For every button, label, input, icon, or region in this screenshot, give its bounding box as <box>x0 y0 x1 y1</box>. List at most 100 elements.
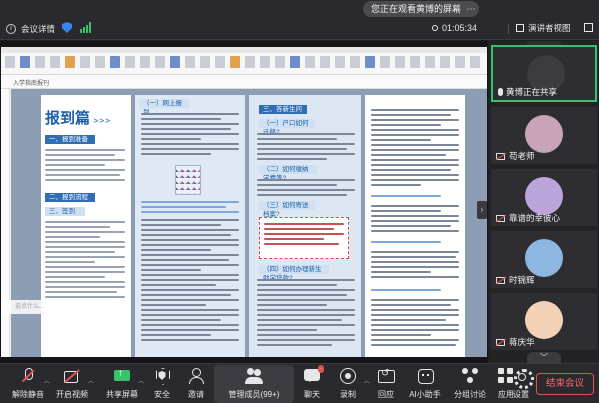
section-heading: （二）如何缴纳学费等? <box>259 165 317 182</box>
qr-code-image <box>175 165 201 195</box>
toolbar-ribbon <box>1 53 487 73</box>
manage-members-label: 管理成员(99+) <box>228 390 280 399</box>
settings-label: 设置 <box>513 390 529 399</box>
view-mode-button[interactable]: 演讲者视图 <box>516 22 571 34</box>
camera-off-icon <box>496 276 505 284</box>
section-heading: 一、报到准备 <box>45 135 95 144</box>
section-heading: 三、答新生问 <box>259 105 307 114</box>
text-block <box>257 133 355 163</box>
shared-screen-stage: 入学指南报刊 报到篇 >>> 一、报到准备 二、报到流程 三、签到 （一）网上报… <box>0 41 488 363</box>
text-block <box>257 179 355 199</box>
reaction-icon <box>377 367 395 385</box>
invite-button[interactable]: 邀请 <box>172 367 220 400</box>
add-user-icon <box>187 367 205 385</box>
page-title-text: 报到篇 <box>45 109 91 127</box>
start-video-button[interactable]: 开启视频 ︿ <box>48 367 96 400</box>
breakout-rooms-icon <box>461 367 479 385</box>
ai-assistant-icon <box>416 367 434 385</box>
info-icon: i <box>6 24 16 34</box>
text-block <box>371 109 459 189</box>
camera-off-icon <box>496 152 505 160</box>
chevron-down-icon[interactable]: ﹀ <box>527 352 561 363</box>
chevron-right-icon[interactable]: › <box>477 201 487 219</box>
avatar <box>525 115 563 153</box>
screen-share-notice[interactable]: 您正在观看黄博的屏幕 ⋯ <box>363 1 479 17</box>
participant-tile[interactable]: 苟老师 <box>491 107 597 164</box>
participant-tile[interactable]: 时锦辉 <box>491 231 597 288</box>
participant-tile[interactable]: 蒋庆华 <box>491 293 597 350</box>
share-notice-text: 您正在观看黄博的屏幕 <box>371 4 462 14</box>
meeting-window: 您正在观看黄博的屏幕 ⋯ i 会议详情 01:05:34 演讲者视图 入学指南报… <box>0 0 599 403</box>
camera-off-icon <box>496 214 505 222</box>
section-heading: 三、签到 <box>45 207 85 216</box>
timer-value: 01:05:34 <box>442 23 478 33</box>
shared-screen: 入学指南报刊 报到篇 >>> 一、报到准备 二、报到流程 三、签到 （一）网上报… <box>1 47 487 357</box>
page-3: 三、答新生问 （一）户口如何迁移? （二）如何缴纳学费等? （三）如何寄送档案?… <box>249 95 361 357</box>
meeting-timer: 01:05:34 <box>432 23 477 33</box>
invite-label: 邀请 <box>188 390 204 399</box>
avatar <box>525 177 563 215</box>
caret-up-icon[interactable]: ︿ <box>88 376 94 385</box>
document-tab: 入学指南报刊 <box>13 81 50 87</box>
bottom-toolbar: 解除静音 ︿ 开启视频 ︿ 共享屏幕 ︿ 安全 邀请 管理成员(99+) · 聊… <box>0 363 599 403</box>
microphone-icon <box>498 88 503 96</box>
avatar <box>525 301 563 339</box>
text-block <box>371 289 441 294</box>
network-signal-icon[interactable] <box>80 22 91 33</box>
page-1: 报到篇 >>> 一、报到准备 二、报到流程 三、签到 <box>41 95 131 357</box>
participant-panel: ︿ 黄博正在共享 苟老师 靠谱的幸彼心 <box>489 41 599 363</box>
document-tab-bar: 入学指南报刊 <box>1 75 487 89</box>
record-icon <box>339 367 357 385</box>
view-mode-label: 演讲者视图 <box>528 23 571 33</box>
camera-off-icon <box>63 367 81 385</box>
section-heading: （一）户口如何迁移? <box>259 119 315 136</box>
participant-name: 靠谱的幸彼心 <box>496 212 560 224</box>
wps-title-bar <box>1 47 487 75</box>
page-title: 报到篇 >>> <box>45 107 111 128</box>
section-heading: 二、报到流程 <box>45 193 95 202</box>
section-heading: （一）网上报到 <box>139 99 189 116</box>
participant-name: 苟老师 <box>496 150 535 162</box>
settings-button[interactable]: 设置 <box>504 367 538 400</box>
shield-icon[interactable] <box>62 22 72 33</box>
participant-tile[interactable]: 黄博正在共享 <box>491 45 597 102</box>
participant-tile[interactable]: 靠谱的幸彼心 <box>491 169 597 226</box>
ai-assistant-button[interactable]: AI小助手 <box>398 367 452 400</box>
members-icon <box>245 367 263 385</box>
section-heading: （三）如何寄送档案? <box>259 201 315 218</box>
text-block <box>45 149 125 184</box>
text-block <box>257 279 355 349</box>
text-block <box>371 241 441 246</box>
start-video-label: 开启视频 <box>56 390 88 399</box>
participant-name: 黄博正在共享 <box>498 86 557 98</box>
fullscreen-icon[interactable] <box>584 23 593 32</box>
end-meeting-button[interactable]: 结束会议 <box>536 373 594 395</box>
page-4 <box>365 95 465 357</box>
meeting-info-button[interactable]: i 会议详情 <box>6 23 55 35</box>
section-heading: （四）如何办理新生助学贷款? <box>259 265 329 282</box>
ellipsis-icon[interactable]: ⋯ <box>464 1 478 17</box>
clock-icon <box>432 25 438 31</box>
divider <box>459 4 460 14</box>
participant-name: 蒋庆华 <box>496 336 535 348</box>
text-block <box>371 205 459 235</box>
title-arrows: >>> <box>93 116 111 125</box>
page-2: （一）网上报到 <box>135 95 245 357</box>
layout-icon <box>516 24 524 32</box>
meeting-info-label: 会议详情 <box>21 24 56 34</box>
left-side-bar <box>1 89 10 357</box>
share-screen-icon <box>113 367 131 385</box>
document-area: 报到篇>>> 一、报到准备 二、报到流程 三、签到 （一）网上报到 <box>11 89 487 357</box>
chat-icon: · <box>303 365 324 385</box>
manage-members-button[interactable]: 管理成员(99+) <box>214 367 294 400</box>
text-block <box>371 299 459 349</box>
text-block <box>141 201 239 216</box>
live-caption-input[interactable]: 说点什么... <box>1 300 85 314</box>
unmute-button[interactable]: 解除静音 ︿ <box>4 367 52 400</box>
avatar <box>525 239 563 277</box>
shield-icon <box>153 367 171 385</box>
text-block <box>371 251 459 281</box>
text-block <box>371 195 441 200</box>
text-block <box>141 219 239 344</box>
text-block <box>141 113 239 158</box>
